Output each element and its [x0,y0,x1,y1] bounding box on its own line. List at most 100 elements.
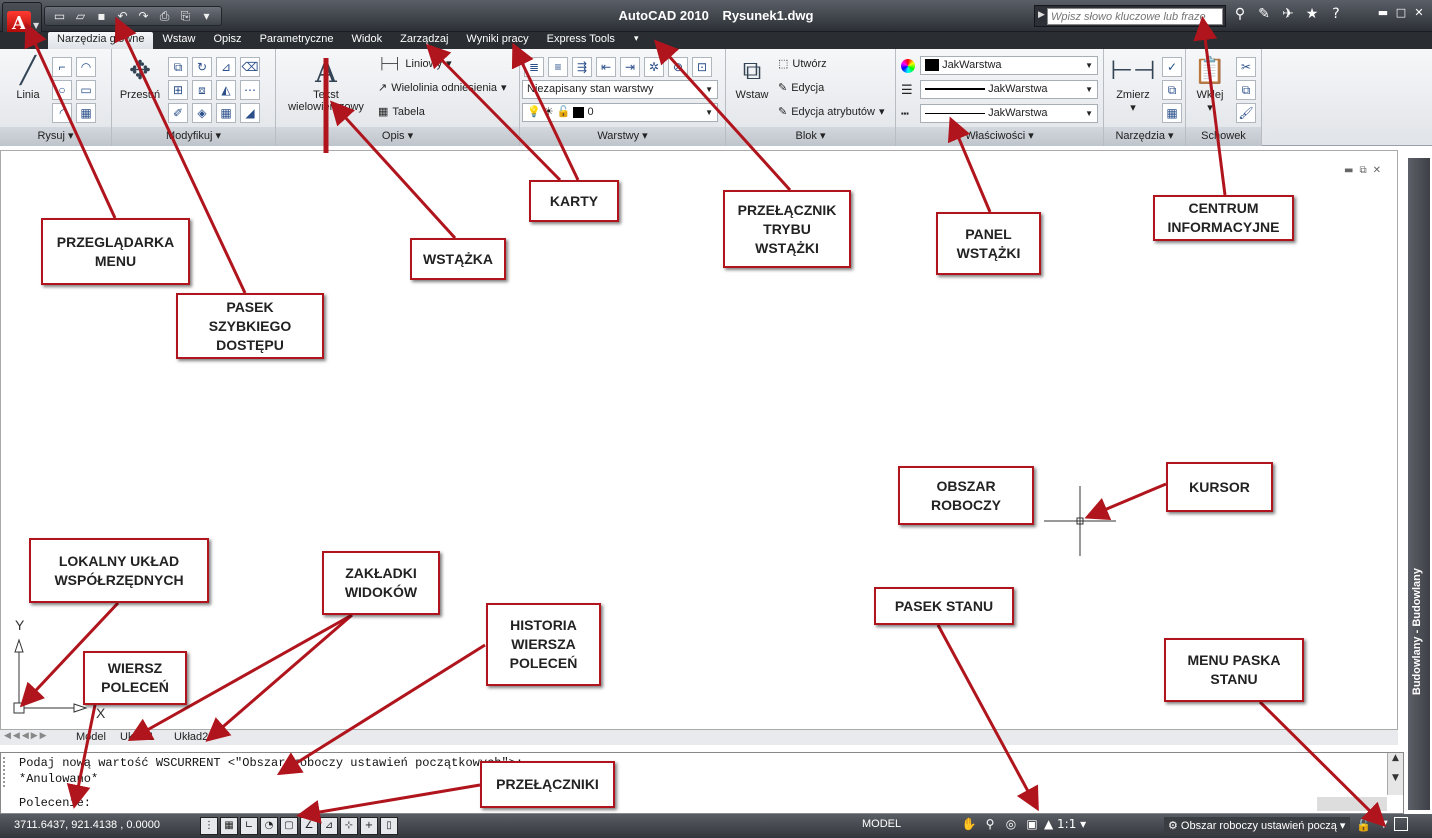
close-icon[interactable]: ✕ [1412,6,1426,19]
create-block-button[interactable]: ⬚ Utwórz [778,57,827,71]
color-dropdown[interactable]: JakWarstwa ▼ [920,56,1098,75]
restore-viewport-icon[interactable]: ⧉ [1359,165,1366,176]
rectangle-icon[interactable]: ▭ [76,80,96,100]
move-button[interactable]: ✥ Przesuń [118,55,162,101]
hatch-icon[interactable]: ▦ [76,103,96,123]
paste-button[interactable]: 📋 Wklej ▾ [1190,55,1230,114]
match-properties-icon[interactable]: 🖌 [1236,103,1256,123]
search-input[interactable] [1047,8,1223,25]
layer-isolate-icon[interactable]: ⇥ [620,57,640,77]
workspace-dropdown[interactable]: ⚙ Obszar roboczy ustawień począ ▾ [1164,817,1350,835]
measure-button[interactable]: ⊢⊣ Zmierz ▾ [1108,55,1158,114]
tab-layout1[interactable]: Układ1 [120,731,154,743]
tab-model[interactable]: Model [76,731,106,743]
panel-title-utilities[interactable]: Narzędzia ▾ [1104,127,1185,146]
offset-icon[interactable]: ⧈ [192,80,212,100]
quick-select-icon[interactable]: ✓ [1162,57,1182,77]
panel-title-clipboard[interactable]: Schowek [1186,127,1261,146]
snap-toggle-icon[interactable]: ⋮ [200,817,218,835]
clean-screen-icon[interactable] [1394,817,1408,831]
tab-layout2[interactable]: Układ2 [174,731,208,743]
tab-insert[interactable]: Wstaw [153,32,204,49]
layer-state-dropdown[interactable]: Niezapisany stan warstwy ▼ [522,80,718,99]
status-menu-icon[interactable]: ▼ [1380,819,1388,830]
fillet-icon[interactable]: ◢ [240,103,260,123]
tab-parametric[interactable]: Parametryczne [251,32,343,49]
table-button[interactable]: ▦ Tabela [378,105,425,119]
grid-toggle-icon[interactable]: ▦ [220,817,238,835]
tab-annotate[interactable]: Opisz [204,32,250,49]
trim-icon[interactable]: ⊿ [216,57,236,77]
insert-block-button[interactable]: ⧉ Wstaw [730,55,774,101]
linear-dim-button[interactable]: ├─┤ Liniowy ▾ [378,57,452,71]
coordinates-readout[interactable]: 3711.6437, 921.4138 , 0.0000 [14,819,160,831]
panel-title-annotation[interactable]: Opis ▾ [276,127,519,146]
calculator-icon[interactable]: ▦ [1162,103,1182,123]
copy-clip-icon[interactable]: ⧉ [1236,80,1256,100]
command-hscrollbar[interactable] [1317,797,1387,811]
ortho-toggle-icon[interactable]: ∟ [240,817,258,835]
annotation-scale[interactable]: ▲ 1:1 ▾ [1044,817,1086,831]
pan-icon[interactable]: ✋ [960,817,978,831]
cut-icon[interactable]: ✂ [1236,57,1256,77]
panel-title-layers[interactable]: Warstwy ▾ [520,127,725,146]
lineweight-dropdown[interactable]: JakWarstwa ▼ [920,80,1098,99]
tab-output[interactable]: Wyniki pracy [457,32,537,49]
wrench-icon[interactable]: ✎ [1254,6,1274,22]
arc-icon[interactable]: ◠ [76,57,96,77]
array-icon[interactable]: ▦ [216,103,236,123]
ducs-toggle-icon[interactable]: ⊿ [320,817,338,835]
command-scrollbar[interactable]: ▲ ▼ [1387,753,1403,795]
showmotion-icon[interactable]: ▣ [1023,817,1041,831]
minimize-icon[interactable]: ▬ [1376,6,1390,19]
ribbon-mode-toggle-icon[interactable]: ▾ [624,32,649,49]
select-similar-icon[interactable]: ⧉ [1162,80,1182,100]
erase-icon[interactable]: ⌫ [240,57,260,77]
circle-icon[interactable]: ○ [52,80,72,100]
osnap-toggle-icon[interactable]: ▢ [280,817,298,835]
zoom-icon[interactable]: ⚲ [981,817,999,831]
lock-icon[interactable]: 🔓 [1356,818,1371,832]
star-icon[interactable]: ★ [1302,6,1322,22]
polyline-icon[interactable]: ⌐ [52,57,72,77]
tab-home[interactable]: Narzędzia główne [48,32,154,49]
edit-attributes-button[interactable]: ✎ Edycja atrybutów ▾ [778,105,885,119]
satellite-icon[interactable]: ✈ [1278,6,1298,22]
model-button[interactable]: MODEL [862,818,901,830]
rotate-icon[interactable]: ↻ [192,57,212,77]
dyn-toggle-icon[interactable]: ⊹ [340,817,358,835]
qp-toggle-icon[interactable]: ▯ [380,817,398,835]
binoculars-icon[interactable]: ⚲ [1230,6,1250,22]
scale-icon[interactable]: ◈ [192,103,212,123]
mirror-triangle-icon[interactable]: ◭ [216,80,236,100]
line-button[interactable]: ╱ Linia [8,55,48,101]
panel-title-block[interactable]: Blok ▾ [726,127,895,146]
arc-tool-icon[interactable]: ◜ [52,103,72,123]
layer-properties-icon[interactable]: ≣ [524,57,544,77]
maximize-icon[interactable]: □ [1394,6,1408,19]
layer-dropdown[interactable]: 💡 ☀ 🔓 0 ▼ [522,103,718,122]
lwt-toggle-icon[interactable]: + [360,817,378,835]
layer-freeze-icon[interactable]: ✲ [644,57,664,77]
command-prompt[interactable]: Polecenie: [19,796,91,810]
tab-view[interactable]: Widok [343,32,392,49]
layer-off-icon[interactable]: ⊘ [668,57,688,77]
panel-title-modify[interactable]: Modyfikuj ▾ [112,127,275,146]
edit-block-button[interactable]: ✎ Edycja [778,81,824,95]
layer-previous-icon[interactable]: ⇤ [596,57,616,77]
minimize-viewport-icon[interactable]: ▬ [1344,165,1353,176]
linetype-dropdown[interactable]: JakWarstwa ▼ [920,104,1098,123]
explode-icon[interactable]: ⋯ [240,80,260,100]
panel-title-draw[interactable]: Rysuj ▾ [0,127,111,146]
multiline-text-button[interactable]: A Tekst wielowierszowy [286,55,366,113]
layout-nav-icons[interactable]: ◀◀◀▶▶ [4,731,49,741]
close-viewport-icon[interactable]: ✕ [1373,165,1381,176]
mirror-icon[interactable]: ⊞ [168,80,188,100]
polar-toggle-icon[interactable]: ◔ [260,817,278,835]
layer-match-icon[interactable]: ⇶ [572,57,592,77]
tab-express-tools[interactable]: Express Tools [538,32,624,49]
steering-wheel-icon[interactable]: ◎ [1002,817,1020,831]
layer-state-icon[interactable]: ≡ [548,57,568,77]
tab-manage[interactable]: Zarządzaj [391,32,457,49]
grip-handle[interactable] [3,757,13,787]
